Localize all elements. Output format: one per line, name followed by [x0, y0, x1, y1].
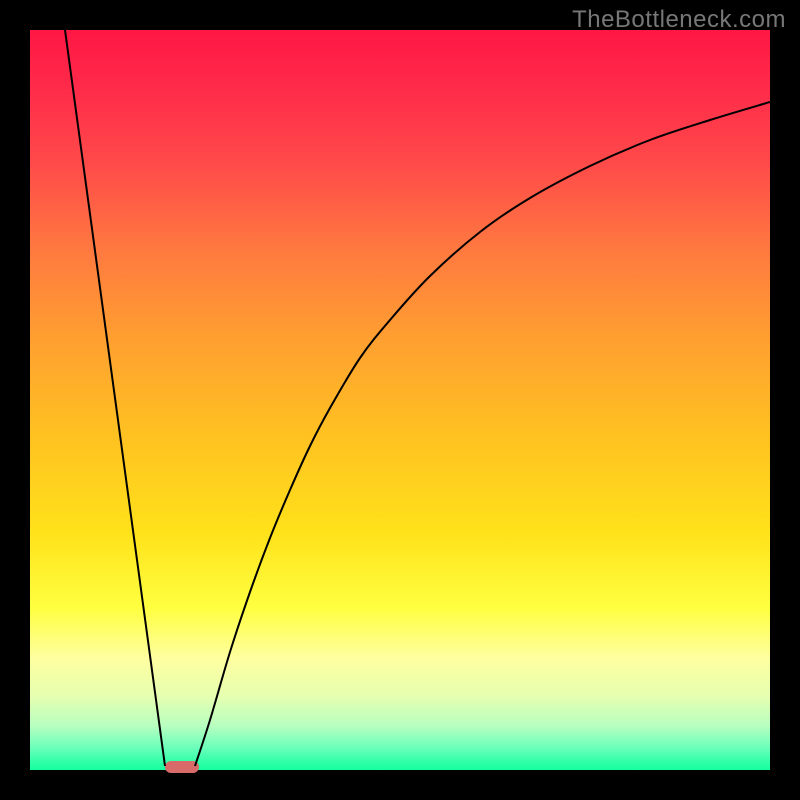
chart-plot-area — [30, 30, 770, 770]
chart-curve — [30, 30, 770, 770]
watermark-label: TheBottleneck.com — [572, 6, 786, 34]
